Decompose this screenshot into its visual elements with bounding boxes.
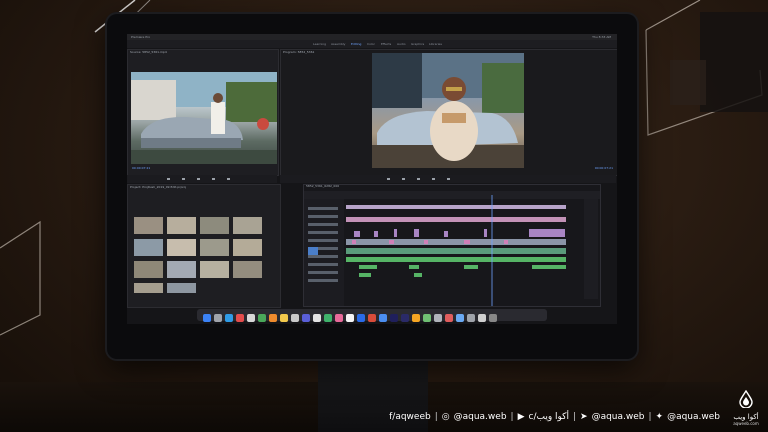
youtube-icon: ▶ — [517, 412, 525, 422]
brand-site: aqweeb.com — [733, 421, 759, 426]
footer-separator: | — [648, 412, 652, 422]
program-timecode: 00:00:07:21 — [594, 166, 613, 170]
tab-learning[interactable]: Learning — [313, 41, 326, 47]
program-video-frame — [372, 53, 524, 168]
tab-color[interactable]: Color — [367, 41, 375, 47]
tab-effects[interactable]: Effects — [381, 41, 391, 47]
twitter-handle[interactable]: @aqua.web — [667, 412, 720, 422]
water-drop-logo-icon — [739, 389, 753, 409]
project-panel: Project: ProjRush_2019_09 Edit.prproj — [127, 184, 281, 308]
tab-graphics[interactable]: Graphics — [411, 41, 424, 47]
source-video-frame — [131, 72, 277, 164]
source-monitor-panel: Source: 5852_5361.mp4 00:00:07:21 — [127, 49, 279, 176]
dock-icons — [203, 314, 497, 322]
twitter-icon: ✦ — [655, 412, 664, 422]
timeline-panel: 5852_5361_6282_000 — [303, 184, 601, 307]
source-timecode: 00:00:07:21 — [132, 166, 151, 170]
transport-controls — [127, 175, 616, 183]
instagram-icon: ◎ — [441, 412, 450, 422]
program-frame-art — [372, 53, 524, 168]
mac-dock — [197, 309, 547, 322]
workspace-bar: Learning Assembly Editing Color Effects … — [127, 40, 617, 48]
monitor: Premiere Pro Thu 8:33 AM Learning Assemb… — [107, 14, 637, 359]
monitor-screen: Premiere Pro Thu 8:33 AM Learning Assemb… — [127, 34, 617, 324]
tab-editing[interactable]: Editing — [351, 41, 361, 47]
media-thumbnail-grid — [134, 217, 262, 293]
source-panel-label[interactable]: Source: 5852_5361.mp4 — [130, 50, 167, 55]
program-panel-label[interactable]: Program: 5852_5361 — [283, 50, 314, 55]
project-panel-label[interactable]: Project: ProjRush_2019_09 Edit.prproj — [130, 185, 186, 190]
telegram-handle[interactable]: @aqua.web — [592, 412, 645, 422]
footer-separator: | — [434, 412, 438, 422]
tab-audio[interactable]: Audio — [397, 41, 406, 47]
facebook-handle[interactable]: f/aqweeb — [389, 412, 431, 422]
footer-separator: | — [510, 412, 514, 422]
tab-assembly[interactable]: Assembly — [331, 41, 345, 47]
tab-libraries[interactable]: Libraries — [429, 41, 442, 47]
instagram-handle[interactable]: @aqua.web — [454, 412, 507, 422]
timeline-tracks — [304, 191, 600, 306]
timeline-label[interactable]: 5852_5361_6282_000 — [306, 184, 339, 189]
social-footer: f/aqweeb | ◎ @aqua.web | ▶ c/أكوا ويب | … — [385, 410, 720, 424]
youtube-handle[interactable]: c/أكوا ويب — [529, 412, 569, 422]
brand-logo: أكوا ويب aqweeb.com — [732, 389, 760, 426]
source-frame-art — [131, 72, 277, 164]
telegram-icon: ➤ — [580, 412, 588, 422]
brand-name: أكوا ويب — [733, 413, 759, 421]
footer-separator: | — [572, 412, 577, 422]
